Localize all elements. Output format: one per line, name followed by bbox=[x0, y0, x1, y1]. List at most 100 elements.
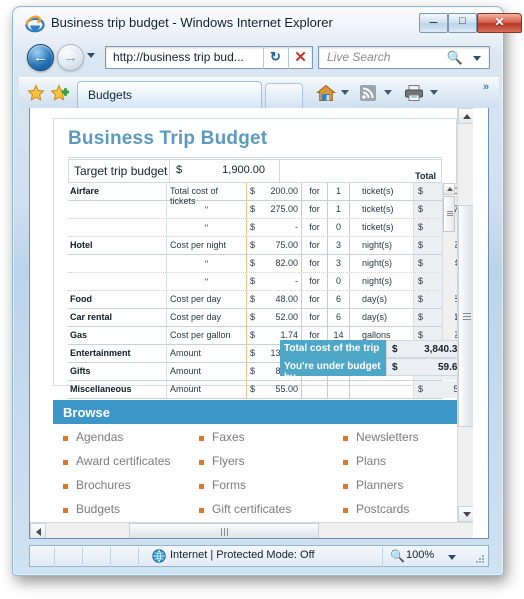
browse-category-link[interactable]: Planners bbox=[343, 478, 419, 502]
page-scroll-down-arrow-icon[interactable] bbox=[458, 506, 473, 522]
browse-panel: Browse Agendas Award certificates Brochure… bbox=[53, 400, 457, 538]
security-zone-text: Internet | Protected Mode: Off bbox=[170, 549, 315, 561]
cell-unit: night(s) bbox=[349, 237, 413, 254]
add-to-favorites-icon[interactable] bbox=[51, 84, 69, 102]
browse-column-2: Faxes Flyers Forms Gift certificates bbox=[199, 430, 291, 526]
tab-budgets[interactable]: Budgets bbox=[77, 81, 262, 108]
stop-button[interactable]: ✕ bbox=[288, 46, 312, 69]
cell-unit: night(s) bbox=[349, 255, 413, 272]
feeds-chevron-down-icon[interactable] bbox=[384, 90, 392, 95]
cell-unit: night(s) bbox=[349, 273, 413, 290]
search-input[interactable]: Live Search bbox=[327, 50, 390, 64]
close-button[interactable]: ✕ bbox=[477, 13, 522, 33]
cell-for: for bbox=[301, 255, 327, 272]
scrollbar-thumb[interactable] bbox=[443, 196, 455, 232]
under-budget-label: You're under budget by bbox=[280, 358, 386, 383]
zoom-chevron-down-icon[interactable] bbox=[448, 555, 456, 560]
cell-category: Car rental bbox=[70, 312, 113, 322]
spreadsheet-vertical-scrollbar[interactable] bbox=[442, 183, 455, 355]
table-row[interactable]: Car rentalCost per day$52.00for6day(s)$3… bbox=[68, 309, 473, 327]
browse-category-link[interactable]: Plans bbox=[343, 454, 419, 478]
home-chevron-down-icon[interactable] bbox=[341, 90, 349, 95]
cell-quantity: 1 bbox=[327, 183, 349, 200]
table-row[interactable]: "$-for0night(s)$- bbox=[68, 273, 473, 291]
cell-currency: $ bbox=[246, 345, 259, 362]
cell-total-currency: $ bbox=[413, 381, 427, 398]
cell-currency: $ bbox=[246, 363, 259, 380]
browse-category-link[interactable]: Flyers bbox=[199, 454, 291, 478]
under-budget-currency: $ bbox=[392, 362, 398, 373]
page-content: Business Trip Budget Target trip budget … bbox=[30, 108, 473, 538]
cell-amount: 82.00 bbox=[275, 258, 298, 268]
refresh-button[interactable]: ↻ bbox=[263, 46, 287, 69]
home-icon[interactable] bbox=[316, 84, 336, 102]
status-divider bbox=[110, 547, 111, 567]
search-icon[interactable]: 🔍 bbox=[447, 50, 463, 66]
cell-description: Cost per gallon bbox=[166, 327, 246, 344]
zoom-magnifier-icon[interactable]: 🔍 bbox=[390, 549, 405, 563]
forward-button[interactable]: → bbox=[57, 44, 84, 71]
cell-total-currency: $ bbox=[413, 255, 427, 272]
print-chevron-down-icon[interactable] bbox=[430, 90, 438, 95]
cell-amount: - bbox=[295, 276, 298, 286]
cell-for: for bbox=[301, 237, 327, 254]
maximize-button[interactable]: □ bbox=[448, 13, 477, 33]
page-scroll-left-arrow-icon[interactable] bbox=[30, 523, 46, 538]
back-button[interactable]: ← bbox=[27, 44, 54, 71]
status-divider bbox=[138, 547, 139, 567]
page-scroll-up-arrow-icon[interactable] bbox=[458, 108, 473, 124]
resize-grip[interactable] bbox=[475, 554, 485, 564]
cell-category: Hotel bbox=[70, 240, 93, 250]
page-vertical-scrollbar[interactable] bbox=[457, 108, 473, 522]
desktop-backdrop: Business trip budget - Windows Internet … bbox=[0, 0, 524, 599]
search-provider-chevron-down-icon[interactable] bbox=[473, 56, 481, 61]
table-row[interactable]: "$-for0ticket(s)$- bbox=[68, 219, 473, 237]
rss-icon[interactable] bbox=[359, 84, 377, 102]
page-hscroll-thumb[interactable] bbox=[129, 523, 319, 538]
favorites-star-icon[interactable] bbox=[27, 84, 45, 102]
zoom-level[interactable]: 100% bbox=[406, 549, 434, 561]
table-row[interactable]: Airfare Total cost of tickets $200.00 for 1 t… bbox=[68, 183, 473, 206]
cell-category: Entertainment bbox=[70, 348, 131, 358]
scroll-up-arrow-icon[interactable] bbox=[443, 183, 455, 195]
search-box[interactable]: Live Search 🔍 bbox=[318, 46, 490, 69]
table-row[interactable]: MiscellaneousAmount$55.00$55.00 bbox=[68, 381, 473, 399]
new-tab-button[interactable] bbox=[265, 83, 303, 108]
browse-category-link[interactable]: Agendas bbox=[63, 430, 170, 454]
browse-category-link[interactable]: Award certificates bbox=[63, 454, 170, 478]
cell-for: for bbox=[301, 273, 327, 290]
cell-unit: ticket(s) bbox=[349, 219, 413, 236]
browse-category-link[interactable]: Faxes bbox=[199, 430, 291, 454]
cell-currency: $ bbox=[246, 327, 259, 344]
table-row[interactable]: HotelCost per night$75.00for3night(s)$22… bbox=[68, 237, 473, 255]
browse-category-link[interactable]: Brochures bbox=[63, 478, 170, 502]
total-header-cell: Total bbox=[280, 159, 442, 183]
cell-unit bbox=[349, 381, 413, 398]
cell-for bbox=[301, 381, 327, 398]
cell-description: Total cost of tickets bbox=[166, 183, 246, 206]
globe-icon bbox=[152, 549, 166, 563]
cell-for: for bbox=[301, 183, 327, 200]
printer-icon[interactable] bbox=[404, 84, 424, 102]
toolbar-overflow-button[interactable]: » bbox=[483, 81, 489, 93]
address-input[interactable]: http://business trip bud... bbox=[113, 50, 244, 64]
cell-amount: 275.00 bbox=[270, 204, 298, 214]
page-viewport: Business Trip Budget Target trip budget … bbox=[29, 107, 489, 539]
recent-pages-chevron-down-icon[interactable] bbox=[87, 53, 95, 58]
page-horizontal-scrollbar[interactable] bbox=[30, 522, 473, 538]
cell-description: " bbox=[166, 201, 246, 218]
total-column-header: Total bbox=[415, 171, 436, 181]
table-row[interactable]: FoodCost per day$48.00for6day(s)$288.00 bbox=[68, 291, 473, 309]
table-row[interactable]: "$275.00for1ticket(s)$275.00 bbox=[68, 201, 473, 219]
tab-strip: Budgets » bbox=[19, 77, 499, 108]
cell-total-currency: $ bbox=[413, 201, 427, 218]
cell-description: Cost per night bbox=[166, 237, 246, 254]
target-budget-value-cell[interactable]: $ 1,900.00 bbox=[170, 159, 280, 183]
cell-currency: $ bbox=[246, 309, 259, 326]
page-vscroll-thumb[interactable] bbox=[458, 205, 473, 427]
browse-category-link[interactable]: Newsletters bbox=[343, 430, 419, 454]
table-row[interactable]: "$82.00for3night(s)$246.00 bbox=[68, 255, 473, 273]
minimize-button[interactable]: – bbox=[419, 13, 448, 33]
cell-currency: $ bbox=[246, 381, 259, 398]
browse-category-link[interactable]: Forms bbox=[199, 478, 291, 502]
